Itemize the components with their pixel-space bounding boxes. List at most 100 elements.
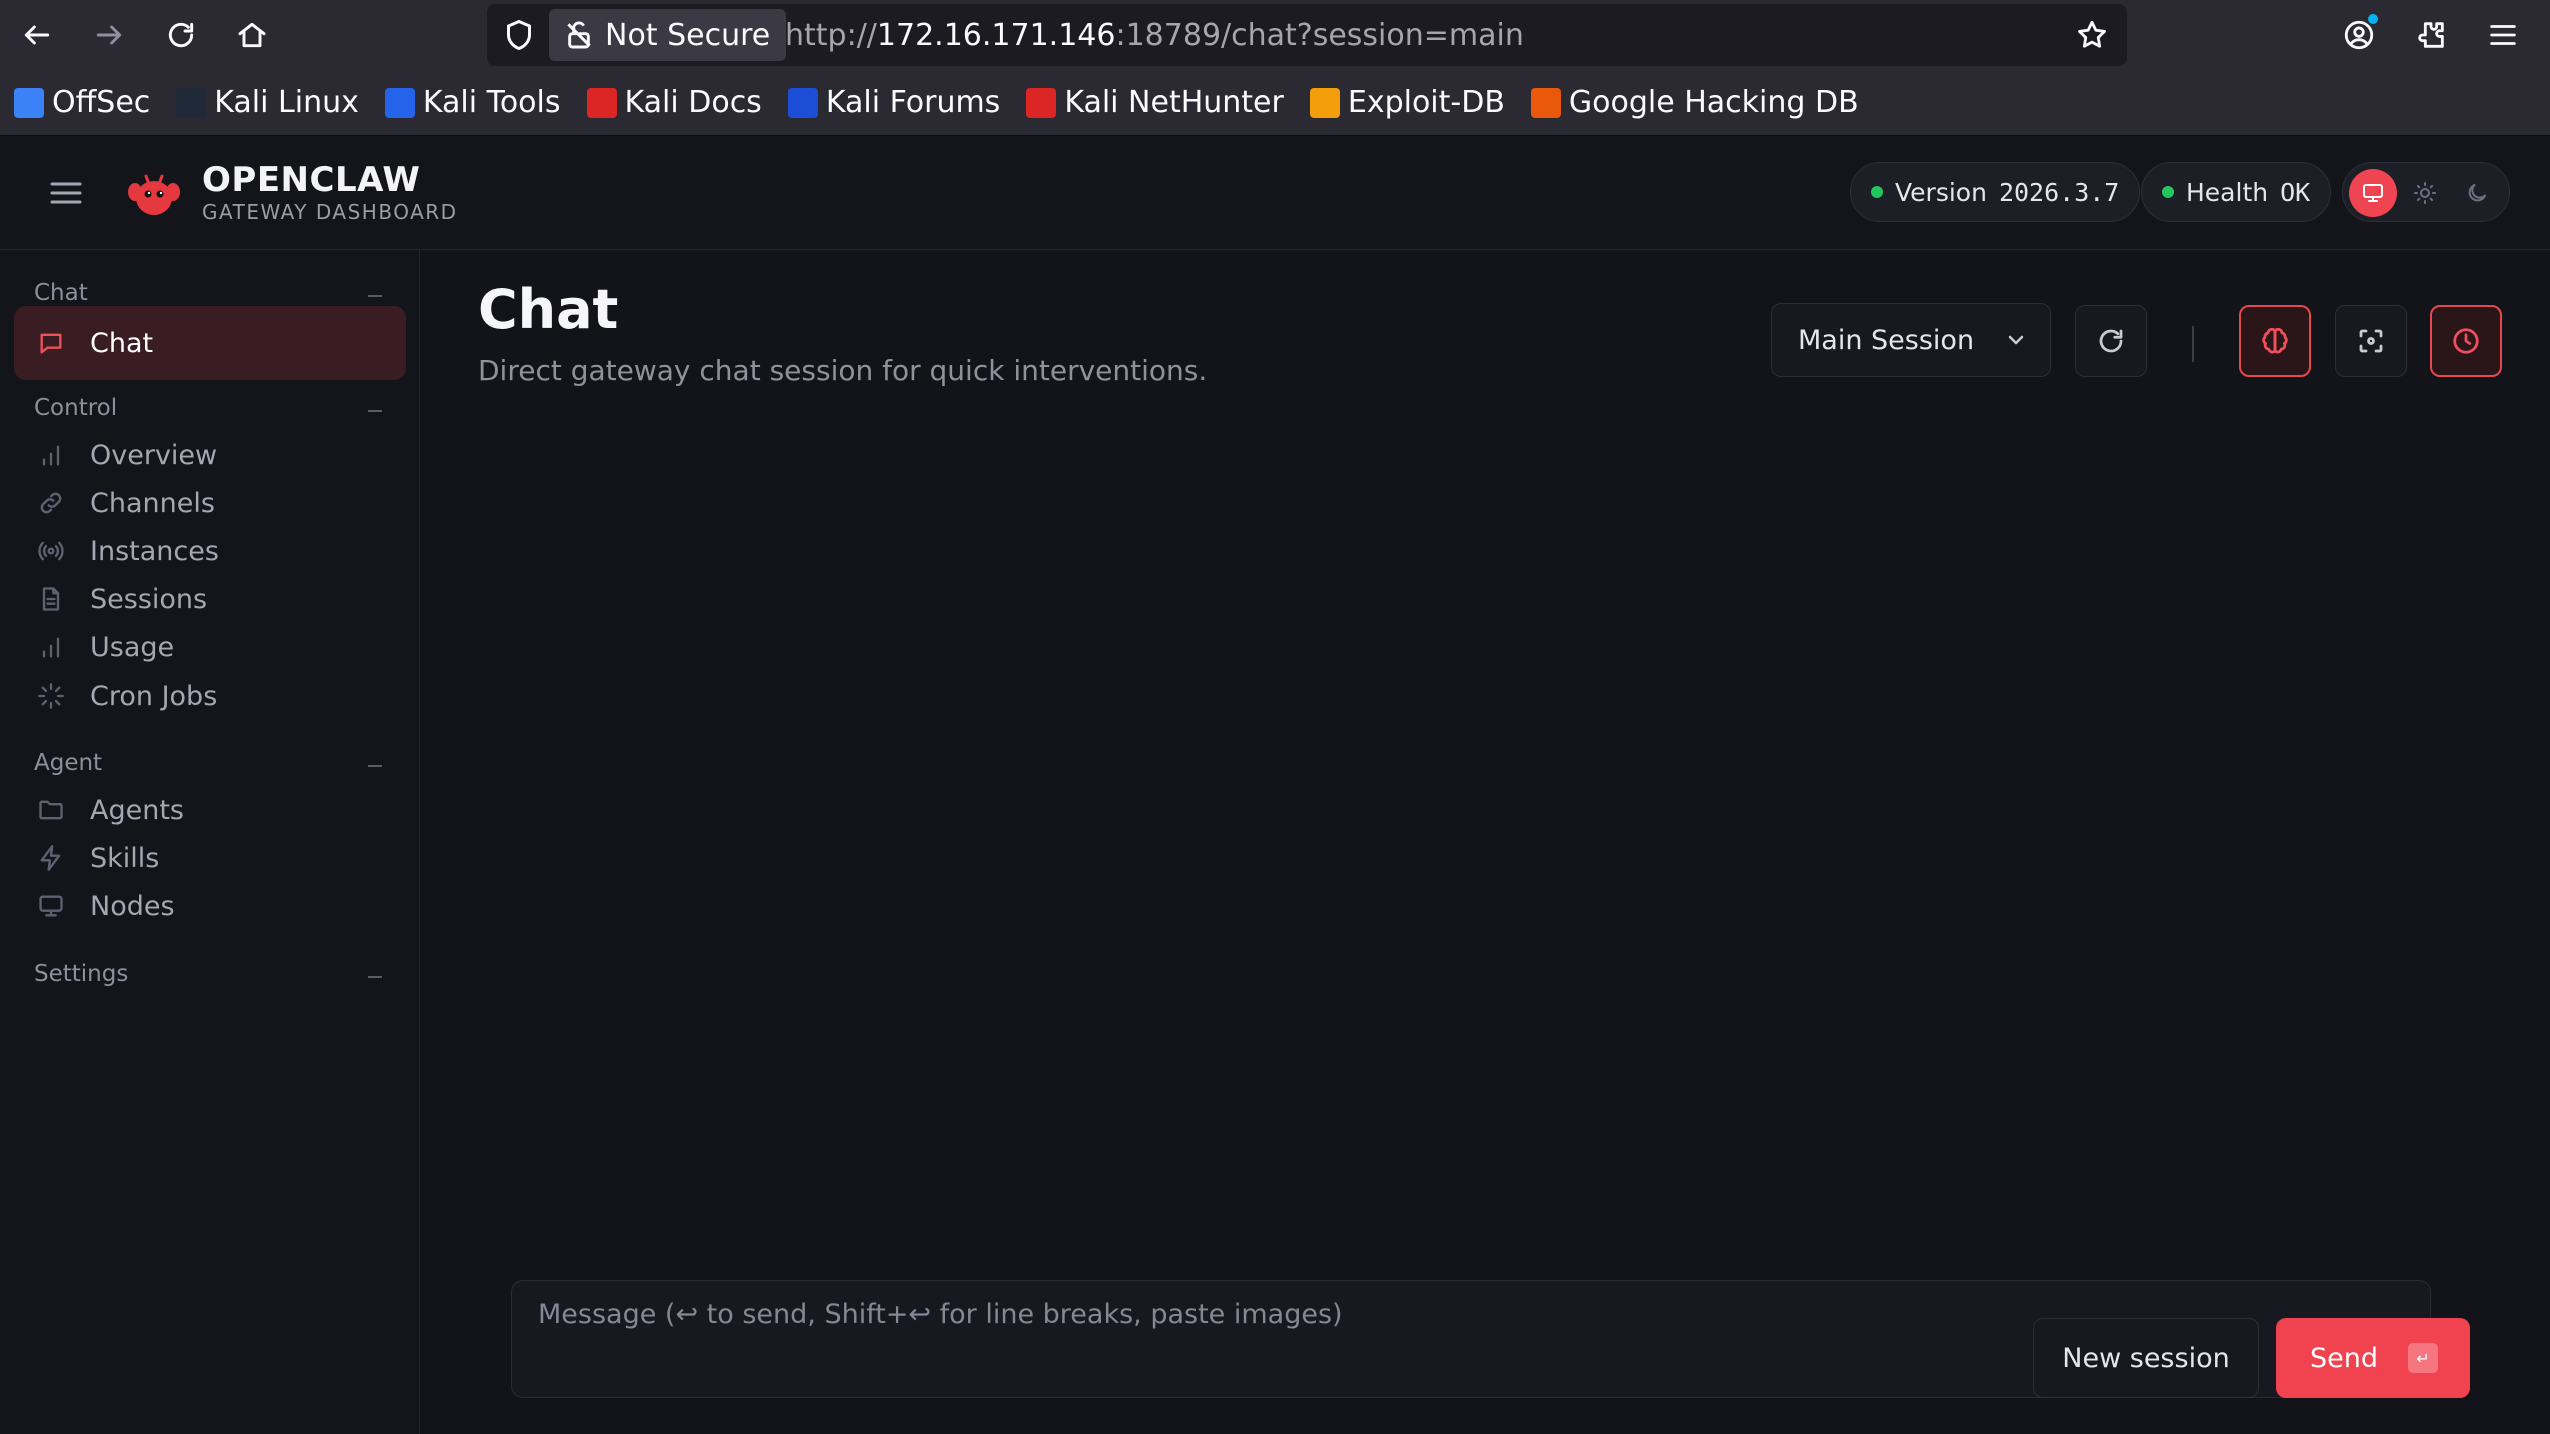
extensions-button[interactable] [2410, 14, 2452, 56]
sidebar-item-nodes[interactable]: Nodes [14, 869, 406, 943]
focus-icon [2359, 329, 2383, 353]
sun-icon [2414, 182, 2436, 204]
bookmarks-bar: OffSec Kali Linux Kali Tools Kali Docs Kali … [0, 70, 2550, 136]
url-text[interactable]: http://172.16.171.146:18789/chat?session… [785, 4, 1524, 66]
bookmark-label: Google Hacking DB [1568, 85, 1859, 120]
reload-button[interactable] [158, 12, 204, 58]
account-button[interactable] [2338, 14, 2380, 56]
theme-toggle [2342, 162, 2510, 222]
bookmark-item[interactable]: Exploit-DB [1309, 85, 1505, 120]
sidebar-item-chat[interactable]: Chat [14, 306, 406, 380]
openclaw-logo [126, 168, 182, 220]
kali-forums-icon [787, 87, 818, 118]
version-value: 2026.3.7 [1998, 177, 2120, 207]
bookmark-item[interactable]: Kali Tools [384, 85, 561, 120]
refresh-icon [2099, 329, 2123, 353]
collapse-group-button[interactable] [368, 410, 382, 412]
back-button[interactable] [14, 12, 60, 58]
collapse-group-button[interactable] [368, 295, 382, 297]
theme-dark-button[interactable] [2453, 169, 2501, 217]
collapse-group-button[interactable] [368, 765, 382, 767]
bookmark-label: Kali Docs [624, 85, 762, 120]
sidebar-item-label: Cron Jobs [90, 680, 218, 712]
address-bar[interactable]: Not Secure http://172.16.171.146:18789/c… [487, 4, 2127, 66]
nethunter-icon [1026, 87, 1057, 118]
monitor-icon [36, 891, 66, 921]
status-dot [1871, 186, 1883, 198]
sidebar-item-label: Chat [90, 327, 154, 359]
health-value: OK [2280, 177, 2311, 207]
bookmark-item[interactable]: Google Hacking DB [1530, 85, 1859, 120]
reload-icon [168, 22, 194, 48]
main-content: Chat Direct gateway chat session for qui… [421, 250, 2550, 1434]
kali-tools-icon [384, 87, 415, 118]
collapse-group-button[interactable] [368, 976, 382, 978]
moon-icon [2468, 184, 2486, 202]
page-title: Chat [478, 278, 619, 341]
kali-docs-icon [586, 87, 617, 118]
session-select-value: Main Session [1798, 324, 1975, 356]
insecure-lock-icon [563, 19, 595, 51]
notification-dot [2368, 14, 2378, 24]
refresh-button[interactable] [2075, 305, 2147, 377]
new-session-button[interactable]: New session [2033, 1318, 2259, 1398]
focus-mode-button[interactable] [2335, 305, 2407, 377]
bookmark-label: Kali NetHunter [1064, 85, 1284, 120]
brain-icon [2262, 327, 2288, 354]
chevron-down-icon [2004, 328, 2028, 352]
menu-icon [2490, 25, 2516, 45]
tracking-protection-icon[interactable] [501, 17, 537, 53]
ghdb-icon [1530, 87, 1561, 118]
offsec-icon [14, 87, 44, 118]
security-label: Not Secure [605, 17, 771, 53]
kali-dragon-icon [176, 87, 207, 118]
theme-system-button[interactable] [2349, 169, 2397, 217]
url-scheme: http:// [785, 17, 877, 53]
bookmark-item[interactable]: Kali NetHunter [1026, 85, 1284, 120]
forward-button[interactable] [86, 12, 132, 58]
hamburger-icon [50, 182, 82, 204]
bookmark-label: Kali Forums [825, 85, 1001, 120]
enter-key-hint: ↵ [2408, 1343, 2438, 1373]
bookmark-item[interactable]: Kali Linux [176, 85, 359, 120]
url-path: :18789/chat?session=main [1115, 17, 1524, 53]
send-button[interactable]: Send ↵ [2276, 1318, 2470, 1398]
version-badge: Version 2026.3.7 [1850, 162, 2141, 222]
send-label: Send [2310, 1342, 2379, 1374]
sidebar: Chat Chat Control Overview Channels Instances… [0, 250, 420, 1434]
brand-subtitle: GATEWAY DASHBOARD [202, 200, 458, 224]
health-label: Health [2186, 177, 2269, 207]
bookmark-item[interactable]: OffSec [14, 85, 150, 120]
app-menu-button[interactable] [2482, 14, 2524, 56]
chat-bubble-icon [36, 328, 66, 358]
sidebar-item-cron-jobs[interactable]: Cron Jobs [14, 659, 406, 733]
theme-light-button[interactable] [2401, 169, 2449, 217]
bar-chart-icon [36, 632, 66, 662]
version-label: Version [1895, 177, 1987, 207]
nav-group-chat: Chat [34, 280, 88, 306]
sidebar-toggle-button[interactable] [46, 173, 86, 213]
loader-icon [36, 681, 66, 711]
sidebar-item-label: Nodes [90, 890, 175, 922]
home-icon [238, 22, 266, 48]
bookmark-star-icon[interactable] [2075, 18, 2109, 52]
status-dot [2162, 186, 2174, 198]
thinking-toggle-button[interactable] [2239, 305, 2311, 377]
history-button[interactable] [2430, 305, 2502, 377]
puzzle-icon [2418, 22, 2444, 48]
bookmark-label: Kali Tools [422, 85, 561, 120]
arrow-right-icon [96, 25, 122, 45]
browser-toolbar: Not Secure http://172.16.171.146:18789/c… [0, 0, 2550, 70]
home-button[interactable] [229, 12, 275, 58]
bookmark-label: Kali Linux [214, 85, 359, 120]
page-subtitle: Direct gateway chat session for quick in… [478, 354, 1208, 387]
session-select[interactable]: Main Session [1771, 303, 2051, 377]
brand-title: OPENCLAW [202, 160, 421, 200]
nav-group-settings: Settings [34, 961, 129, 987]
monitor-icon [2363, 184, 2383, 202]
bookmark-item[interactable]: Kali Docs [586, 85, 762, 120]
bookmark-label: Exploit-DB [1347, 85, 1505, 120]
bookmark-item[interactable]: Kali Forums [787, 85, 1001, 120]
site-security-button[interactable]: Not Secure [549, 9, 787, 61]
exploit-db-icon [1309, 87, 1340, 118]
